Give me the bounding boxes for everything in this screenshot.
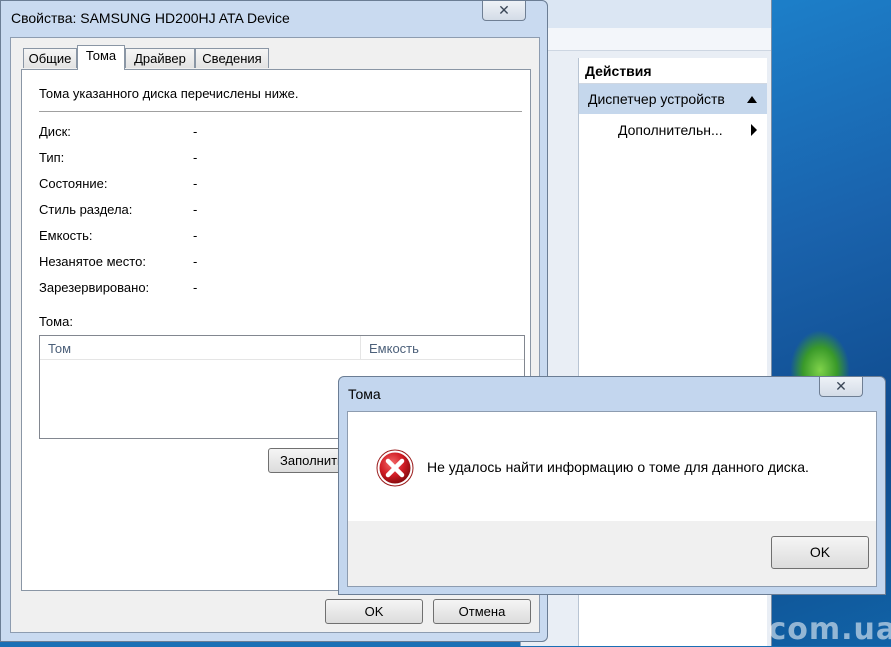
field-value-capacity: - [193, 228, 198, 243]
message-content: Не удалось найти информацию о томе для д… [348, 412, 876, 521]
column-header-volume[interactable]: Том [40, 336, 361, 359]
ok-button[interactable]: OK [325, 599, 423, 624]
field-label-reserved: Зарезервировано: [39, 280, 150, 295]
message-close-button[interactable]: ✕ [819, 377, 863, 397]
tab-volumes[interactable]: Тома [77, 45, 125, 70]
actions-header: Действия [579, 58, 767, 84]
tab-label: Тома [85, 48, 117, 63]
volumes-list-header: Том Емкость [40, 336, 524, 360]
error-message-dialog: Тома ✕ Не удалось найти информацию о том… [338, 376, 886, 595]
volumes-label: Тома: [39, 314, 73, 329]
tab-label: Драйвер [134, 51, 186, 66]
field-label-status: Состояние: [39, 176, 108, 191]
error-icon [376, 449, 414, 487]
close-icon: ✕ [835, 378, 847, 394]
cancel-button[interactable]: Отмена [433, 599, 531, 624]
field-label-type: Тип: [39, 150, 65, 165]
watermark-text: easywork.com.ua [587, 612, 891, 647]
field-value-disk: - [193, 124, 198, 139]
tab-general[interactable]: Общие [23, 48, 77, 68]
actions-item-more[interactable]: Дополнительн... [579, 116, 767, 144]
field-label-unallocated: Незанятое место: [39, 254, 146, 269]
field-label-disk: Диск: [39, 124, 71, 139]
field-value-reserved: - [193, 280, 198, 295]
submenu-arrow-icon [751, 124, 757, 136]
actions-group-label: Диспетчер устройств [588, 91, 725, 107]
tab-label: Общие [28, 51, 72, 66]
message-text: Не удалось найти информацию о томе для д… [427, 459, 809, 475]
close-button[interactable]: ✕ [482, 1, 526, 21]
close-icon: ✕ [498, 2, 510, 18]
collapse-up-icon[interactable] [747, 96, 757, 103]
tab-details[interactable]: Сведения [195, 48, 269, 68]
separator [39, 111, 522, 112]
field-value-status: - [193, 176, 198, 191]
field-value-partition-style: - [193, 202, 198, 217]
device-manager-toolbar [521, 28, 771, 51]
tab-driver[interactable]: Драйвер [125, 48, 195, 68]
field-label-partition-style: Стиль раздела: [39, 202, 133, 217]
field-value-type: - [193, 150, 198, 165]
tab-label: Сведения [202, 51, 262, 66]
device-manager-titlebar [521, 0, 771, 29]
message-ok-button[interactable]: OK [771, 536, 869, 569]
column-header-capacity[interactable]: Емкость [361, 336, 524, 359]
actions-item-label: Дополнительн... [618, 122, 723, 138]
message-body: Не удалось найти информацию о томе для д… [347, 411, 877, 587]
field-label-capacity: Емкость: [39, 228, 93, 243]
dialog-title: Свойства: SAMSUNG HD200HJ ATA Device [11, 10, 290, 26]
intro-text: Тома указанного диска перечислены ниже. [39, 86, 299, 101]
field-value-unallocated: - [193, 254, 198, 269]
message-title: Тома [348, 386, 381, 402]
actions-group-device-manager[interactable]: Диспетчер устройств [579, 84, 767, 114]
